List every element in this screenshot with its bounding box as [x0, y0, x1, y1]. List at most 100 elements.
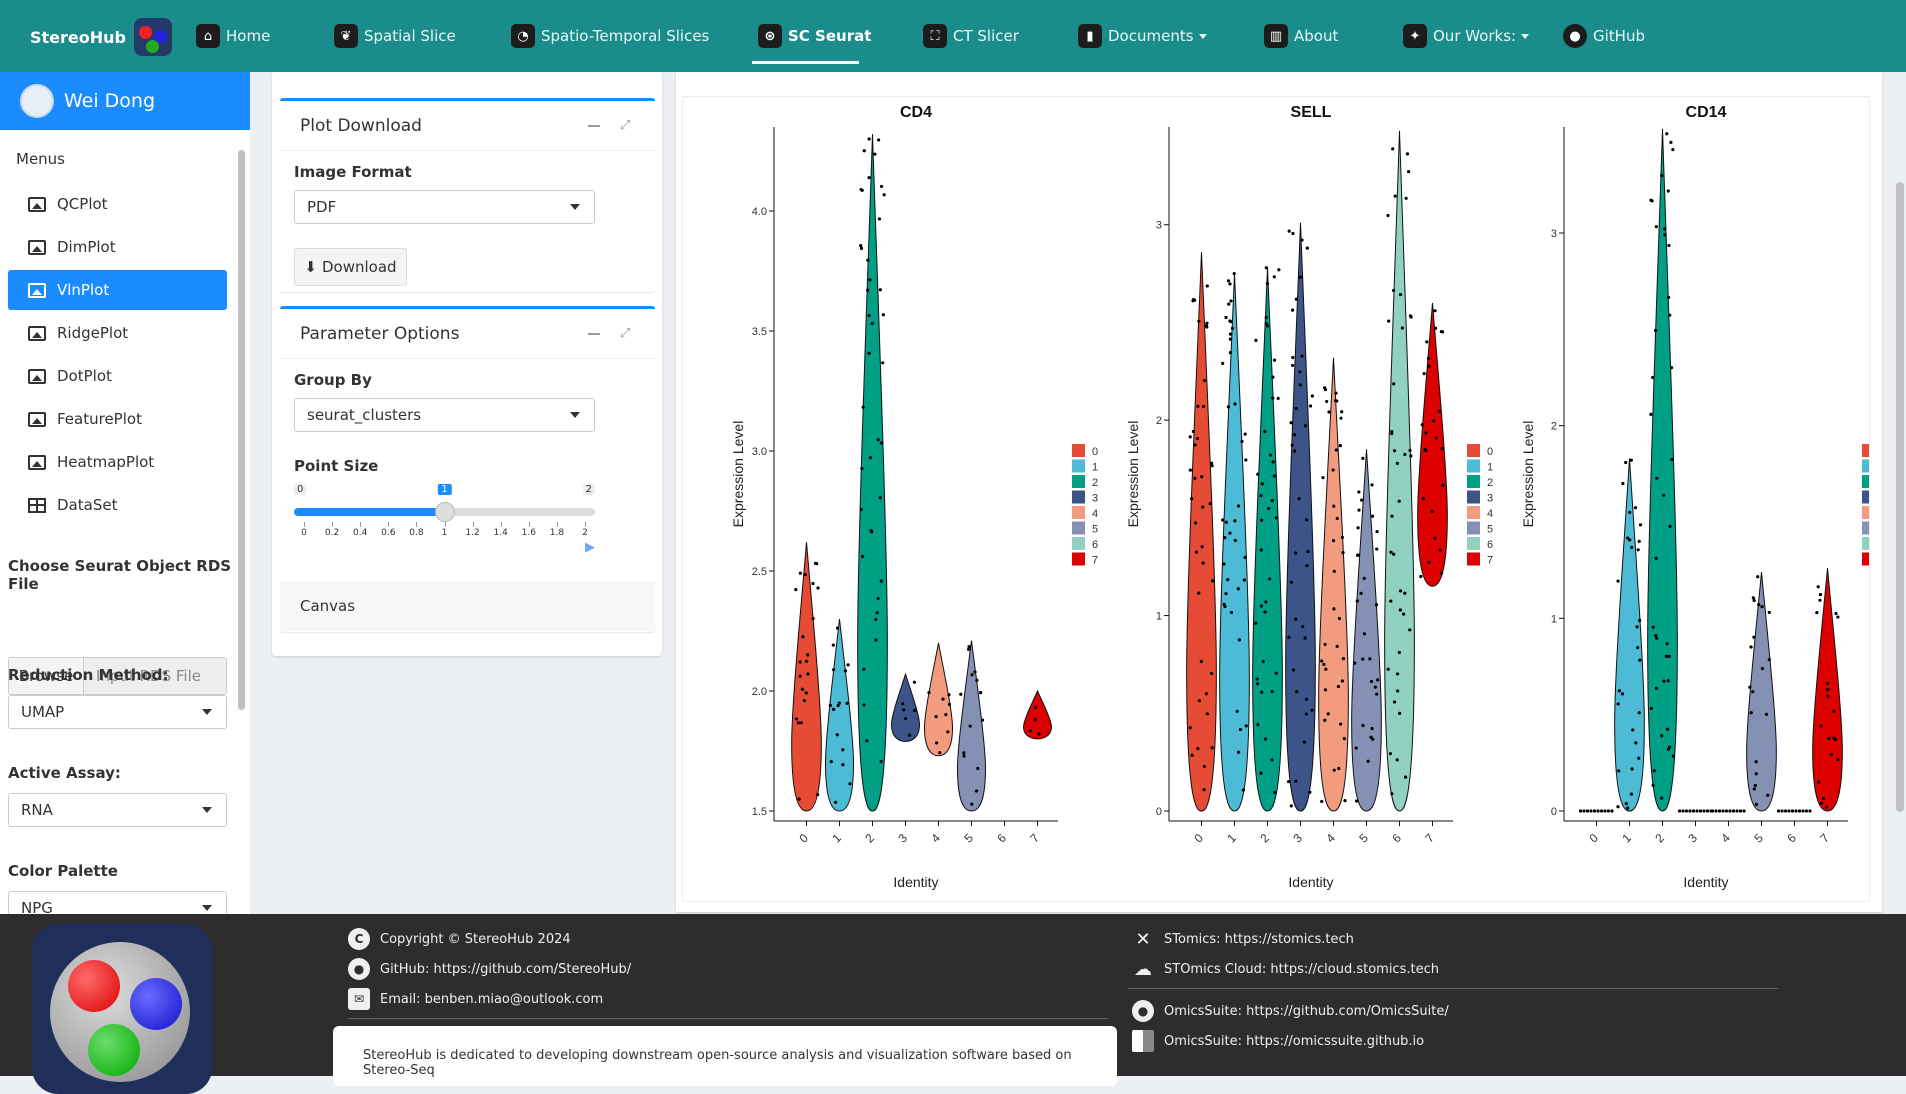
- expand-icon[interactable]: ⤢: [620, 326, 635, 341]
- reduction-method-select[interactable]: UMAP: [8, 695, 227, 729]
- data-point: [1361, 456, 1365, 461]
- data-point: [1818, 593, 1823, 597]
- data-point: [835, 733, 839, 737]
- sidebar-item-ridgeplot[interactable]: RidgePlot: [8, 313, 227, 353]
- omics-io-link[interactable]: OmicsSuite: https://omicssuite.github.io: [1164, 1034, 1424, 1049]
- data-point: [1323, 688, 1328, 692]
- data-point: [1666, 679, 1670, 683]
- canvas-section[interactable]: Canvas: [280, 581, 655, 631]
- data-point: [1663, 233, 1667, 237]
- nav-spatio-temporal[interactable]: ◔ Spatio-Temporal Slices: [511, 18, 709, 54]
- data-point: [843, 669, 848, 673]
- slider-play-icon[interactable]: ▶: [585, 540, 595, 555]
- data-point: [1420, 423, 1424, 427]
- footer-cloud[interactable]: ☁ STOmics Cloud: https://cloud.stomics.te…: [1132, 958, 1439, 980]
- nav-sc-seurat[interactable]: ⊛ SC Seurat: [758, 18, 871, 54]
- footer-email[interactable]: ✉ Email: benben.miao@outlook.com: [348, 988, 603, 1010]
- image-format-select[interactable]: PDF: [294, 190, 595, 224]
- nav-spatial-slice[interactable]: ❦ Spatial Slice: [334, 18, 456, 54]
- sidebar-item-qcplot[interactable]: QCPlot: [8, 184, 227, 224]
- nav-ct-slicer[interactable]: ⛶ CT Slicer: [923, 18, 1019, 54]
- data-point: [1424, 431, 1428, 435]
- sidebar-scroll-thumb[interactable]: [238, 150, 245, 710]
- data-point: [1359, 591, 1363, 595]
- data-point: [1335, 516, 1339, 521]
- sidebar-item-heatmapplot[interactable]: HeatmapPlot: [8, 442, 227, 482]
- data-point: [1291, 668, 1296, 672]
- data-point: [1651, 783, 1655, 787]
- nav-documents[interactable]: ▮ Documents: [1078, 18, 1207, 54]
- nav-home[interactable]: ⌂ Home: [196, 18, 270, 54]
- data-point: [1403, 591, 1407, 595]
- expand-icon[interactable]: ⤢: [620, 118, 635, 133]
- point-size-slider[interactable]: 0 2 1 0 0.2 0.4 0.6 0.8 1 1.2 1.4 1.6 1.8 2 ▶: [294, 484, 595, 555]
- brand-name: StereoHub: [30, 27, 126, 47]
- image-format-label: Image Format: [294, 163, 412, 181]
- data-point: [1188, 468, 1192, 472]
- data-point: [1395, 461, 1399, 465]
- data-point: [1375, 547, 1379, 551]
- slider-handle[interactable]: [434, 502, 455, 522]
- brand[interactable]: StereoHub: [30, 18, 172, 56]
- minimize-icon[interactable]: [588, 333, 600, 335]
- sidebar-scrollbar[interactable]: [236, 134, 246, 904]
- data-point: [935, 741, 939, 745]
- nav-about[interactable]: ▥ About: [1264, 18, 1338, 54]
- group-by-select[interactable]: seurat_clusters: [294, 398, 595, 432]
- main-scroll-thumb[interactable]: [1896, 182, 1904, 812]
- data-point: [873, 152, 877, 156]
- data-point: [1767, 610, 1771, 615]
- data-point: [1200, 475, 1204, 479]
- sidebar-item-vlnplot[interactable]: VlnPlot: [8, 270, 227, 310]
- nav-our-works[interactable]: ✦ Our Works:: [1403, 18, 1529, 54]
- data-point: [1392, 449, 1397, 453]
- minimize-icon[interactable]: [588, 125, 600, 127]
- data-point: [1331, 539, 1336, 543]
- cloud-link[interactable]: STOmics Cloud: https://cloud.stomics.tec…: [1164, 962, 1439, 977]
- data-point: [903, 717, 908, 721]
- color-palette-select[interactable]: NPG: [8, 891, 227, 914]
- data-point: [1616, 579, 1620, 583]
- data-point: [836, 703, 840, 708]
- sidebar-item-featureplot[interactable]: FeaturePlot: [8, 399, 227, 439]
- plot-download-title: Plot Download: [300, 115, 422, 136]
- data-point: [1665, 727, 1670, 731]
- active-assay-select[interactable]: RNA: [8, 793, 227, 827]
- sidebar-item-dataset[interactable]: DataSet: [8, 485, 227, 525]
- data-point: [1819, 801, 1824, 805]
- data-point: [1222, 602, 1226, 606]
- image-icon: [28, 282, 46, 298]
- footer-omics-io[interactable]: OmicsSuite: https://omicssuite.github.io: [1132, 1030, 1424, 1052]
- data-point: [1403, 452, 1407, 457]
- github-link[interactable]: GitHub: https://github.com/StereoHub/: [380, 962, 631, 977]
- data-point: [1753, 783, 1757, 788]
- omics-github-link[interactable]: OmicsSuite: https://github.com/OmicsSuit…: [1164, 1004, 1449, 1019]
- stomics-link[interactable]: STomics: https://stomics.tech: [1164, 932, 1354, 947]
- download-button[interactable]: ⬇ Download: [294, 248, 407, 286]
- data-point: [1232, 272, 1236, 276]
- data-point: [1368, 657, 1372, 661]
- main-scrollbar[interactable]: [1892, 72, 1906, 914]
- x-tick-label: 0: [796, 831, 811, 846]
- data-point: [1291, 355, 1295, 360]
- footer-stomics[interactable]: ✕ STomics: https://stomics.tech: [1132, 928, 1354, 950]
- data-point: [1339, 722, 1343, 726]
- data-point: [1606, 809, 1611, 813]
- email-link[interactable]: Email: benben.miao@outlook.com: [380, 992, 603, 1007]
- data-point: [1695, 809, 1699, 813]
- footer-github[interactable]: ● GitHub: https://github.com/StereoHub/: [348, 958, 631, 980]
- sidebar-item-dotplot[interactable]: DotPlot: [8, 356, 227, 396]
- data-point: [1392, 382, 1396, 386]
- data-point: [1426, 356, 1431, 361]
- data-point: [1037, 732, 1041, 736]
- sidebar-item-dimplot[interactable]: DimPlot: [8, 227, 227, 267]
- data-point: [1393, 194, 1397, 198]
- data-point: [803, 573, 807, 577]
- footer-omics-github[interactable]: ● OmicsSuite: https://github.com/OmicsSui…: [1132, 1000, 1449, 1022]
- data-point: [1819, 724, 1823, 728]
- data-point: [1654, 556, 1658, 560]
- data-point: [1226, 279, 1231, 283]
- data-point: [1702, 809, 1706, 813]
- data-point: [1754, 760, 1758, 764]
- nav-github[interactable]: ● GitHub: [1563, 18, 1645, 54]
